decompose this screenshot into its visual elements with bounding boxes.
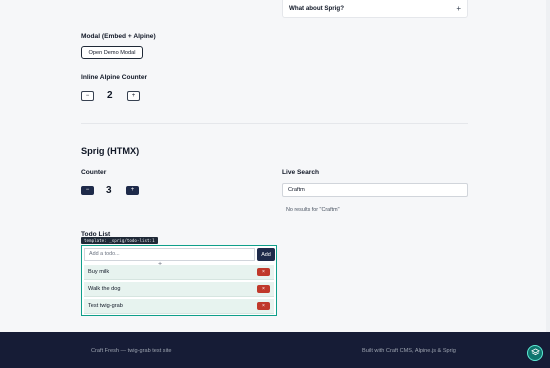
template-tag-tooltip: template: _sprig/todo-list:1 <box>81 237 158 244</box>
sprig-increment-button[interactable]: + <box>126 186 139 195</box>
todo-item: Test twig-grab × <box>84 299 274 314</box>
layers-icon <box>530 344 540 362</box>
todo-item: Walk the dog × <box>84 282 274 297</box>
accordion-sprig[interactable]: What about Sprig? + <box>282 0 468 18</box>
live-search-input[interactable]: Craftm <box>282 183 468 197</box>
delete-todo-button[interactable]: × <box>257 268 270 276</box>
site-footer <box>0 332 550 368</box>
alpine-increment-button[interactable]: + <box>127 91 140 101</box>
sprig-counter-value: 3 <box>106 185 112 196</box>
footer-credits: Built with Craft CMS, Alpine.js & Sprig <box>362 348 456 354</box>
footer-site-name: Craft Fresh — twig-grab test site <box>91 348 172 354</box>
todo-item: Buy milk × <box>84 265 274 280</box>
section-divider <box>81 123 468 124</box>
accordion-title: What about Sprig? <box>289 5 344 12</box>
twig-grab-toggle-button[interactable] <box>527 345 543 361</box>
sprig-decrement-button[interactable]: − <box>81 186 94 195</box>
sprig-counter-heading: Counter <box>81 169 107 176</box>
delete-todo-button[interactable]: × <box>257 285 270 293</box>
plus-icon[interactable]: + <box>456 4 461 13</box>
delete-todo-button[interactable]: × <box>257 302 270 310</box>
alpine-counter-heading: Inline Alpine Counter <box>81 74 148 81</box>
sprig-heading: Sprig (HTMX) <box>81 146 140 156</box>
todo-input[interactable]: Add a todo... <box>84 248 255 261</box>
open-demo-modal-button[interactable]: Open Demo Modal <box>81 46 143 59</box>
page-scrollbar[interactable] <box>546 0 550 332</box>
alpine-decrement-button[interactable]: − <box>81 91 94 101</box>
modal-heading: Modal (Embed + Alpine) <box>81 33 156 40</box>
live-search-heading: Live Search <box>282 169 320 176</box>
search-no-results: No results for "Craftm" <box>286 207 340 213</box>
todo-item-label: Walk the dog <box>88 286 121 292</box>
todo-item-label: Buy milk <box>88 269 110 275</box>
alpine-counter-value: 2 <box>107 90 113 101</box>
add-todo-button[interactable]: Add <box>257 248 275 261</box>
todo-item-label: Test twig-grab <box>88 303 123 309</box>
todo-list-panel: Add a todo... Add + Buy milk × Walk the … <box>81 245 277 316</box>
